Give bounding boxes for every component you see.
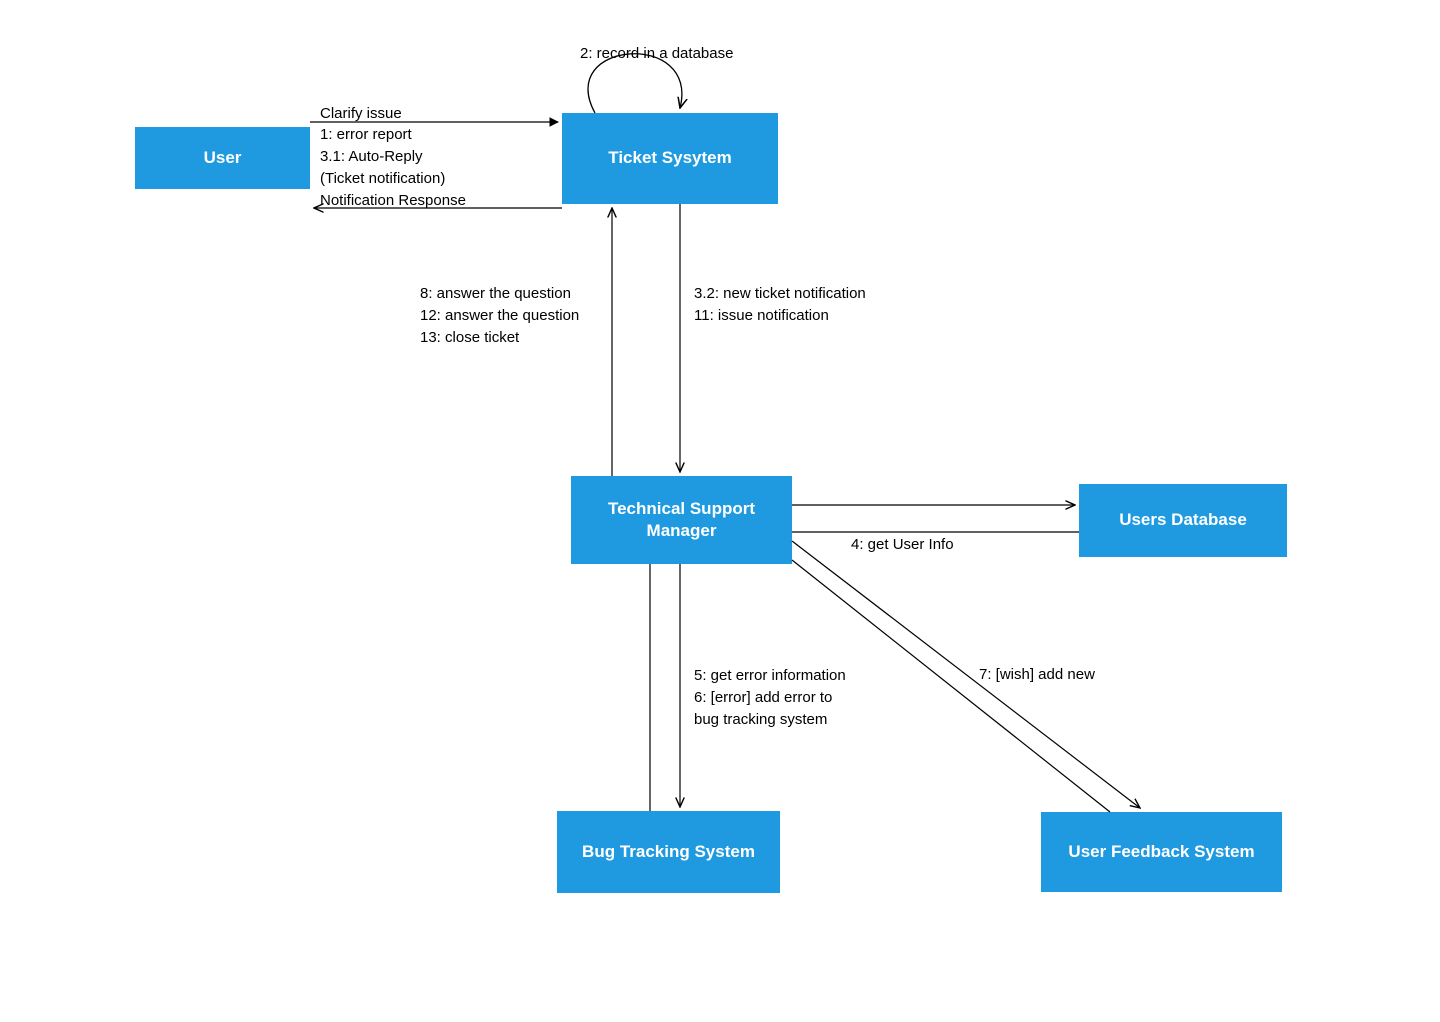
label-error-report: 1: error report xyxy=(320,124,412,146)
label-clarify: Clarify issue xyxy=(320,103,402,125)
label-wish: 7: [wish] add new xyxy=(979,664,1095,686)
node-users-db: Users Database xyxy=(1079,484,1287,557)
label-auto-reply-2: (Ticket notification) xyxy=(320,168,445,190)
label-bug-1: 5: get error information xyxy=(694,665,846,687)
node-tech-support: Technical Support Manager xyxy=(571,476,792,564)
label-down-1: 3.2: new ticket notification xyxy=(694,283,866,305)
label-up-3: 13: close ticket xyxy=(420,327,519,349)
node-user: User xyxy=(135,127,310,189)
label-up-2: 12: answer the question xyxy=(420,305,579,327)
label-bug-2: 6: [error] add error to xyxy=(694,687,832,709)
node-user-label: User xyxy=(204,147,242,169)
label-auto-reply-1: 3.1: Auto-Reply xyxy=(320,146,423,168)
label-get-user-info: 4: get User Info xyxy=(851,534,954,556)
node-tech-support-label: Technical Support Manager xyxy=(579,498,784,542)
label-self-loop: 2: record in a database xyxy=(580,43,733,65)
node-feedback: User Feedback System xyxy=(1041,812,1282,892)
node-bug-tracking: Bug Tracking System xyxy=(557,811,780,893)
label-bug-3: bug tracking system xyxy=(694,709,827,731)
node-users-db-label: Users Database xyxy=(1119,509,1247,531)
node-bug-tracking-label: Bug Tracking System xyxy=(582,841,755,863)
node-ticket-system-label: Ticket Sysytem xyxy=(608,147,731,169)
label-down-2: 11: issue notification xyxy=(694,305,829,327)
label-notification-response: Notification Response xyxy=(320,190,466,212)
node-ticket-system: Ticket Sysytem xyxy=(562,113,778,204)
label-up-1: 8: answer the question xyxy=(420,283,571,305)
node-feedback-label: User Feedback System xyxy=(1068,841,1254,863)
